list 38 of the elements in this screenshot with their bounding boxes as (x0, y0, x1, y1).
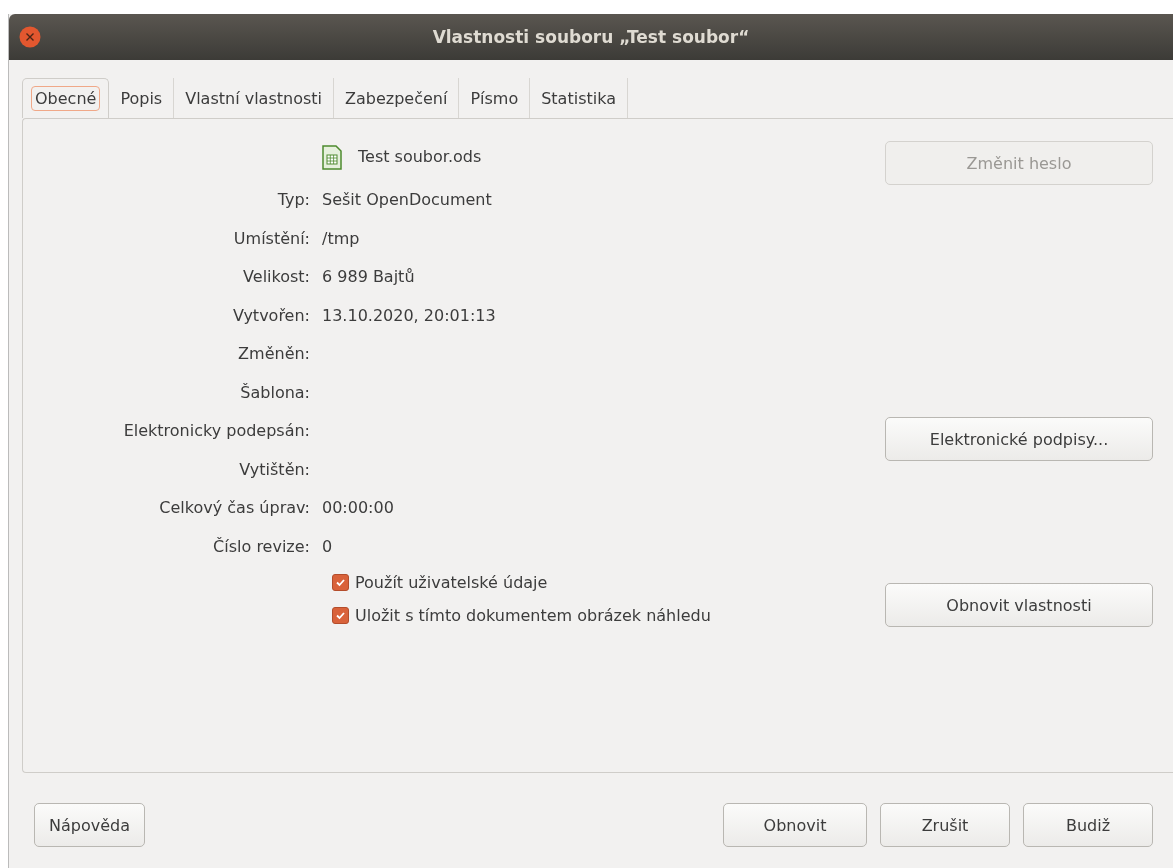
property-label: Vytvořen: (231, 304, 310, 327)
checkmark-icon (335, 577, 346, 588)
property-label: Změněn: (237, 343, 310, 365)
side-button[interactable]: Elektronické podpisy... (885, 417, 1153, 461)
checkbox[interactable] (332, 607, 349, 624)
property-label: Šablona: (239, 381, 310, 404)
property-value: 0 (322, 535, 334, 558)
property-label: Umístění: (232, 227, 310, 250)
property-value: 13.10.2020, 20:01:13 (322, 304, 497, 327)
property-label: Typ: (276, 189, 310, 211)
checkbox-label: Použít uživatelské údaje (355, 572, 548, 594)
property-label: Velikost: (242, 266, 310, 288)
property-label: Číslo revize: (212, 535, 310, 558)
property-label: Elektronicky podepsán: (122, 420, 310, 442)
tab[interactable]: Popis (109, 78, 175, 118)
close-icon[interactable] (19, 26, 41, 48)
checkbox-label: Uložit s tímto dokumentem obrázek náhledu (355, 605, 711, 627)
property-value: Sešit OpenDocument (322, 189, 493, 211)
side-button[interactable]: Obnovit vlastnosti (885, 583, 1153, 627)
checkbox[interactable] (332, 574, 349, 591)
property-value: 6 989 Bajtů (322, 266, 416, 288)
dialog-button[interactable]: Zrušit (880, 803, 1010, 847)
property-value: /tmp (322, 227, 361, 250)
tab[interactable]: Vlastní vlastnosti (174, 78, 334, 118)
tab[interactable]: Statistika (530, 78, 628, 118)
property-value: 00:00:00 (322, 497, 395, 519)
help-button[interactable]: Nápověda (34, 803, 145, 847)
property-label: Vytištěn: (238, 458, 310, 481)
property-label: Celkový čas úprav: (158, 497, 310, 519)
checkmark-icon (335, 610, 346, 621)
spreadsheet-file-icon (322, 144, 342, 170)
tab[interactable]: Obecné (22, 78, 110, 118)
tab[interactable]: Písmo (459, 78, 531, 118)
dialog-button[interactable]: Budiž (1023, 803, 1153, 847)
file-name: Test soubor.ods (358, 145, 482, 168)
window-title: Vlastnosti souboru „Test soubor“ (432, 27, 750, 47)
dialog-button[interactable]: Obnovit (723, 803, 867, 847)
tab[interactable]: Zabezpečení (334, 78, 460, 118)
